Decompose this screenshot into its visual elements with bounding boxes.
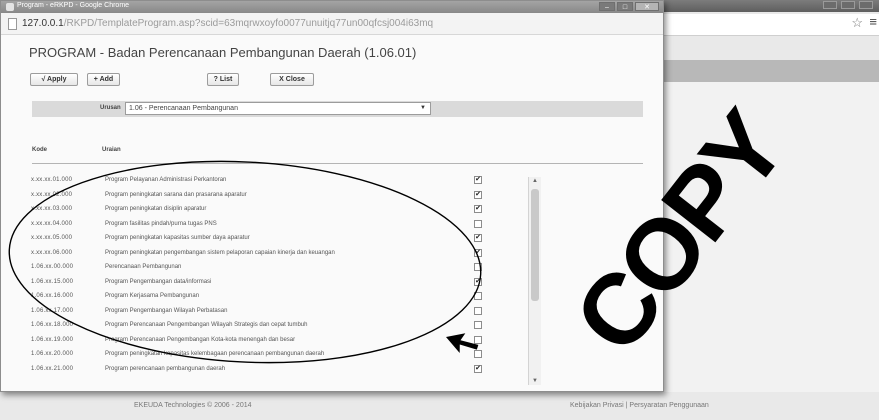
highlight-ellipse xyxy=(8,160,482,364)
screenshot-root: ☆ ≡ EKEUDA Technologies © 2006 - 2014 Ke… xyxy=(0,0,879,420)
annotation-overlay xyxy=(8,160,482,364)
arrow-pointer-icon xyxy=(446,333,479,354)
